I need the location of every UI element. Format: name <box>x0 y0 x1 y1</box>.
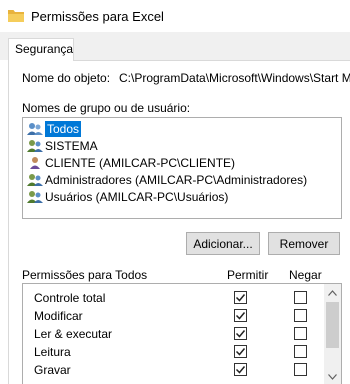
permission-name: Leitura <box>34 345 71 359</box>
users-group-icon <box>27 139 43 152</box>
group-listbox[interactable]: Todos SISTEMA CLIENTE (AMILCAR-PC\CLIENT… <box>22 117 342 219</box>
permissions-table: Controle total Modificar Ler & executar … <box>22 283 342 384</box>
list-item-label: CLIENTE (AMILCAR-PC\CLIENTE) <box>45 155 236 170</box>
deny-checkbox[interactable] <box>294 327 307 340</box>
list-item[interactable]: Todos <box>27 120 82 137</box>
title-bar: Permissões para Excel <box>0 0 350 32</box>
table-row: Gravar <box>23 361 323 379</box>
permissions-title: Permissões para Todos <box>22 268 148 282</box>
table-row: Modificar <box>23 307 323 325</box>
allow-checkbox[interactable] <box>234 291 247 304</box>
list-item-label: SISTEMA <box>45 138 98 153</box>
users-group-icon <box>27 122 43 135</box>
permission-name: Ler & executar <box>34 327 113 341</box>
allow-checkbox[interactable] <box>234 309 247 322</box>
permission-name: Gravar <box>34 363 71 377</box>
list-item-label: Todos <box>45 120 82 137</box>
permissions-scrollbar[interactable] <box>324 284 341 384</box>
permission-name: Controle total <box>34 291 106 305</box>
object-path: C:\ProgramData\Microsoft\Windows\Start M… <box>119 71 350 85</box>
table-row: Leitura <box>23 343 323 361</box>
checkmark-icon <box>235 366 246 374</box>
checkmark-icon <box>235 312 246 320</box>
list-item[interactable]: SISTEMA <box>27 137 98 154</box>
deny-checkbox[interactable] <box>294 291 307 304</box>
folder-icon <box>8 10 24 22</box>
allow-checkbox[interactable] <box>234 363 247 376</box>
scroll-up-icon[interactable] <box>324 284 341 301</box>
deny-checkbox[interactable] <box>294 309 307 322</box>
checkmark-icon <box>235 330 246 338</box>
list-item-label: Usuários (AMILCAR-PC\Usuários) <box>45 189 229 204</box>
groups-label: Nomes de grupo ou de usuário: <box>22 101 191 115</box>
list-item[interactable]: CLIENTE (AMILCAR-PC\CLIENTE) <box>27 154 235 171</box>
scroll-down-icon[interactable] <box>324 368 341 384</box>
users-group-icon <box>27 190 43 203</box>
table-row: Ler & executar <box>23 325 323 343</box>
list-item[interactable]: Usuários (AMILCAR-PC\Usuários) <box>27 188 228 205</box>
remove-button[interactable]: Remover <box>268 232 340 255</box>
allow-checkbox[interactable] <box>234 345 247 358</box>
list-item-label: Administradores (AMILCAR-PC\Administrado… <box>45 172 308 187</box>
user-icon <box>30 156 40 169</box>
add-button[interactable]: Adicionar... <box>186 232 260 255</box>
allow-column-header: Permitir <box>227 268 269 282</box>
table-row: Controle total <box>23 289 323 307</box>
list-item[interactable]: Administradores (AMILCAR-PC\Administrado… <box>27 171 307 188</box>
checkmark-icon <box>235 348 246 356</box>
deny-checkbox[interactable] <box>294 345 307 358</box>
checkmark-icon <box>235 294 246 302</box>
deny-checkbox[interactable] <box>294 363 307 376</box>
scroll-thumb[interactable] <box>326 302 339 348</box>
window-title: Permissões para Excel <box>31 9 164 24</box>
users-group-icon <box>27 173 43 186</box>
deny-column-header: Negar <box>289 268 322 282</box>
permission-name: Modificar <box>34 309 83 323</box>
tab-seguranca[interactable]: Segurança <box>8 38 74 61</box>
object-name-label: Nome do objeto: <box>22 71 111 85</box>
allow-checkbox[interactable] <box>234 327 247 340</box>
